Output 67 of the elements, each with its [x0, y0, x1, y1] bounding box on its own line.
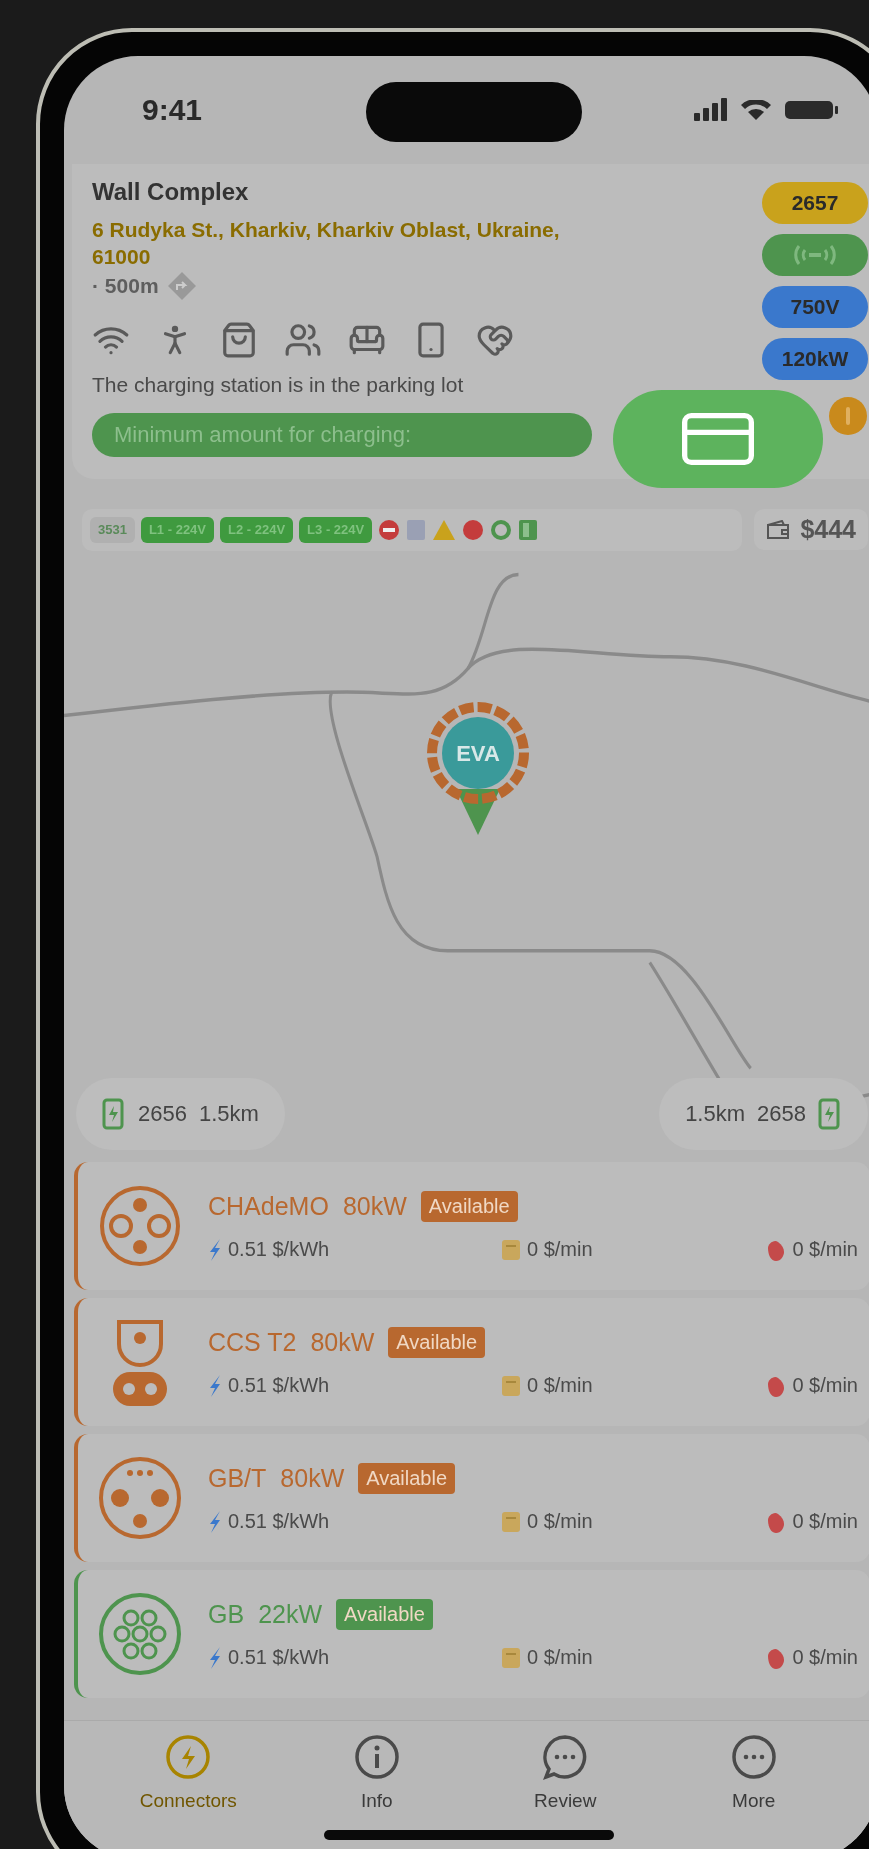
station-note: The charging station is in the parking lot [92, 372, 465, 397]
charger-icon [102, 1098, 126, 1130]
direction-sign-icon[interactable] [166, 270, 197, 301]
energy-price: 0.51 $/kWh [208, 1373, 330, 1398]
time-price: 0 $/min [501, 1509, 593, 1534]
nearby-station-chip[interactable]: 1.5km 2658 [659, 1078, 868, 1150]
phase-voltage-pill: L2 - 224V [220, 516, 294, 543]
connector-power: 22kW [258, 1599, 323, 1629]
connector-power: 80kW [310, 1327, 375, 1357]
connector-power: 80kW [280, 1463, 345, 1493]
connector-name: GB/T [208, 1463, 267, 1493]
connector-name: CCS T2 [208, 1327, 297, 1357]
station-name: Wall Complex [92, 178, 250, 206]
ring-icon [490, 518, 513, 541]
connector-card[interactable]: CHAdeMO 80kW Available 0.51 $/kWh 0 $/min 0 $/min [74, 1162, 869, 1290]
phase-voltage-pill: L3 - 224V [299, 516, 373, 543]
connector-power: 80kW [342, 1191, 407, 1221]
station-address[interactable]: 6 Rudyka St., Kharkiv, Kharkiv Oblast, Ukraine, 61000 [92, 216, 592, 271]
distance-text: · 500m [92, 273, 159, 298]
shopping-bag-icon [220, 320, 258, 359]
chat-bubble-icon [542, 1734, 589, 1780]
no-entry-icon [378, 518, 401, 541]
phase-voltage-pill: L1 - 224V [140, 516, 214, 543]
tab[interactable]: Info [301, 1733, 452, 1849]
status-badge: Available [336, 1598, 433, 1630]
time-price: 0 $/min [501, 1373, 593, 1398]
spec-badge: 750V [762, 286, 868, 328]
spec-badge: 2657 [762, 182, 868, 224]
warning-icon [432, 518, 457, 541]
status-badge: Available [388, 1326, 486, 1358]
idle-price: 0 $/min [764, 1645, 858, 1670]
idle-price: 0 $/min [764, 1373, 858, 1398]
status-badge: Available [358, 1462, 456, 1494]
connector-name: CHAdeMO [208, 1191, 329, 1221]
connector-plug-icon [97, 1183, 183, 1269]
coin-icon[interactable] [828, 396, 868, 436]
connector-card[interactable]: GB 22kW Available 0.51 $/kWh 0 $/min 0 $/min [74, 1570, 869, 1698]
connector-name: GB [208, 1599, 245, 1629]
nearby-station-chip[interactable]: 2656 1.5km [76, 1078, 285, 1150]
time-price: 0 $/min [501, 1645, 593, 1670]
more-icon [730, 1734, 777, 1780]
count-pill: 3531 [90, 516, 135, 543]
dot-icon [462, 518, 485, 541]
energy-price: 0.51 $/kWh [208, 1509, 330, 1534]
tab[interactable]: Connectors [113, 1733, 264, 1849]
balance-chip[interactable]: $444 [754, 509, 868, 551]
wifi-signal-icon [741, 100, 771, 120]
energy-price: 0.51 $/kWh [208, 1237, 330, 1262]
status-time: 9:41 [142, 93, 203, 127]
idle-price: 0 $/min [764, 1509, 858, 1534]
tab[interactable]: Review [490, 1733, 641, 1849]
idle-price: 0 $/min [764, 1237, 858, 1262]
charger-icon [818, 1098, 842, 1130]
connector-card[interactable]: CCS T2 80kW Available 0.51 $/kWh 0 $/min 0 $/min [74, 1298, 869, 1426]
info-icon [353, 1734, 400, 1780]
connector-card[interactable]: GB/T 80kW Available 0.51 $/kWh 0 $/min 0 $/min [74, 1434, 869, 1562]
signal-icon [694, 98, 727, 122]
time-price: 0 $/min [501, 1237, 593, 1262]
status-badge: Available [420, 1190, 518, 1222]
door-icon [518, 518, 539, 541]
square-icon [406, 518, 427, 541]
tab[interactable]: More [678, 1733, 829, 1849]
lightning-circle-icon [165, 1734, 212, 1780]
map[interactable]: EVA 2656 1.5km 1.5km 2658 [64, 550, 869, 1162]
energy-price: 0.51 $/kWh [208, 1645, 330, 1670]
spec-badge: 120kW [762, 338, 868, 380]
battery-icon [785, 101, 838, 119]
